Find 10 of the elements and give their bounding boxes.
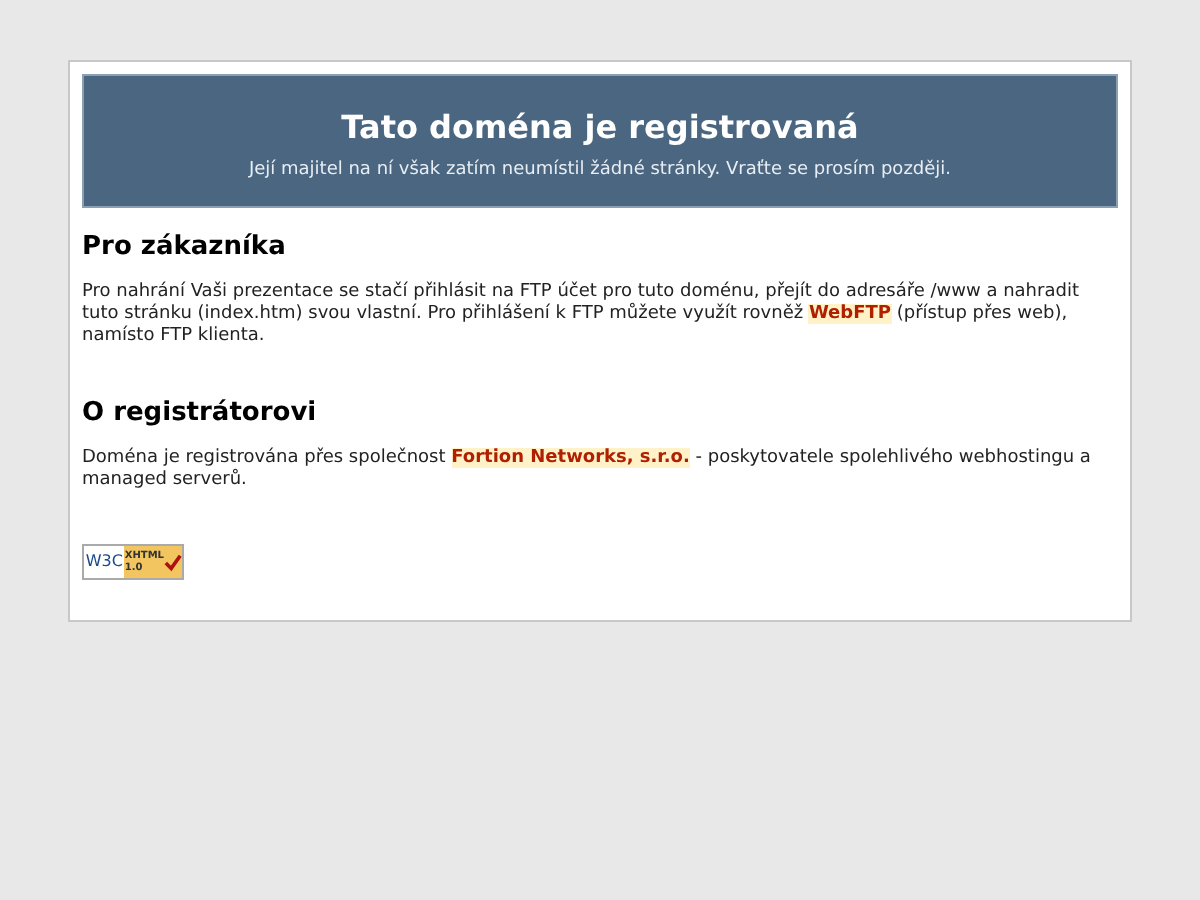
- section-heading: Pro zákazníka: [82, 232, 288, 264]
- section-paragraph: Pro nahrání Vaši prezentace se stačí přihlásit na FTP účet pro tuto doménu, přejít do adresáře /www a nahradit tuto stránku (index.htm) svou vlastní. Pro přihlášení k FTP můžete využít rovněž WebFTP (přístup přes web), namísto FTP klienta.: [82, 282, 1081, 348]
- page-title: Tato doména je registrovaná: [341, 109, 859, 145]
- link[interactable]: Fortion Networks, s.r.o.: [451, 448, 690, 468]
- link[interactable]: WebFTP: [808, 304, 891, 324]
- badge-left-text: W3C: [84, 550, 125, 574]
- section-paragraph: Doména je registrována přes společnost Fortion Networks, s.r.o. - poskytovatele spolehlivého webhostingu a managed serverů.: [82, 448, 1093, 492]
- checkmark-icon: [164, 553, 182, 571]
- section-heading: O registrátorovi: [82, 398, 319, 430]
- page-subtitle: Její majitel na ní však zatím neumístil žádné stránky. Vraťte se prosím později.: [248, 159, 952, 181]
